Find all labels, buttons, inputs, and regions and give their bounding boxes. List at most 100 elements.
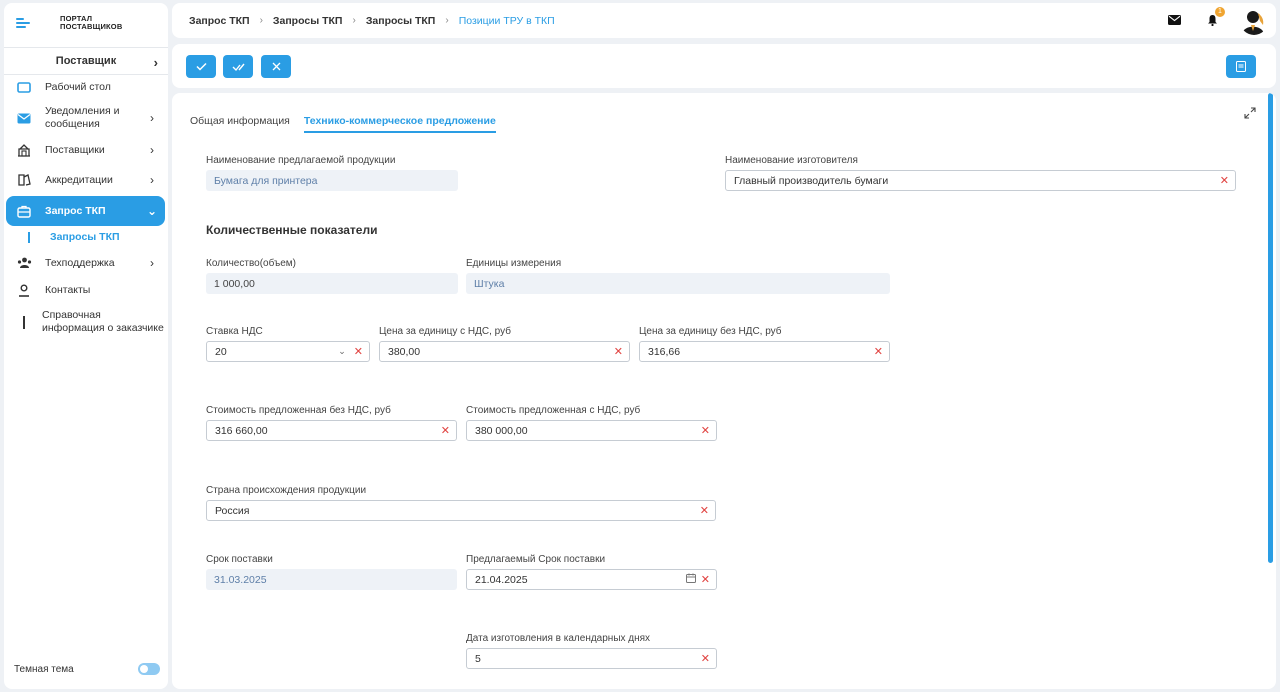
theme-toggle[interactable]: [138, 663, 160, 675]
sidebar-item-label: Контакты: [45, 283, 91, 296]
bell-icon[interactable]: 1: [1207, 6, 1225, 29]
envelope-icon: [16, 111, 32, 125]
avatar[interactable]: [1240, 7, 1268, 35]
quantity-value: 1 000,00: [206, 273, 458, 294]
sidebar-item-customer-info[interactable]: Справочная информация о заказчике: [6, 307, 165, 337]
unit-price-vat-input[interactable]: 380,00 ✕: [379, 341, 630, 362]
clear-icon[interactable]: ✕: [701, 573, 710, 586]
unit-value: Штука: [466, 273, 890, 294]
chevron-right-icon: ›: [150, 256, 154, 270]
mail-icon[interactable]: [1168, 14, 1181, 28]
sidebar: ПОРТАЛ ПОСТАВЩИКОВ Поставщик › Рабочий с…: [4, 3, 168, 689]
manufacture-days-input[interactable]: 5 ✕: [466, 648, 717, 669]
country-field: Страна происхождения продукции Россия ✕: [206, 485, 716, 521]
main-content: Общая информация Технико-коммерческое пр…: [172, 93, 1276, 689]
vat-rate-value: 20: [215, 345, 227, 358]
field-label: Стоимость предложенная без НДС, руб: [206, 405, 391, 416]
field-label: Наименование предлагаемой продукции: [206, 155, 396, 166]
calendar-icon[interactable]: [685, 573, 696, 586]
manufacturer-input[interactable]: Главный производитель бумаги ✕: [725, 170, 1236, 191]
manufacture-days-value: 5: [475, 652, 481, 665]
vat-rate-select[interactable]: 20 ⌄ ✕: [206, 341, 370, 362]
proposed-delivery-input[interactable]: 21.04.2025 ✕: [466, 569, 717, 590]
sidebar-item-contacts[interactable]: Контакты: [6, 282, 165, 298]
sidebar-item-tkp-request[interactable]: Запрос ТКП ⌄: [6, 196, 165, 226]
unit-price-no-vat-input[interactable]: 316,66 ✕: [639, 341, 890, 362]
field-label: Цена за единицу без НДС, руб: [639, 326, 782, 337]
clear-icon[interactable]: ✕: [614, 345, 623, 358]
scrollbar[interactable]: [1268, 93, 1273, 563]
sidebar-item-desktop[interactable]: Рабочий стол: [6, 79, 165, 95]
breadcrumb-separator-icon: ›: [352, 15, 356, 26]
clear-icon[interactable]: ✕: [701, 652, 710, 665]
logo-line-2: ПОСТАВЩИКОВ: [60, 22, 123, 31]
delivery-term-value: 31.03.2025: [206, 569, 457, 590]
manufacturer-value: Главный производитель бумаги: [734, 174, 889, 187]
role-selector[interactable]: Поставщик ›: [4, 47, 168, 75]
clear-icon[interactable]: ✕: [874, 345, 883, 358]
clear-icon[interactable]: ✕: [701, 424, 710, 437]
sidebar-item-label: Уведомления и сообщения: [45, 105, 120, 130]
proposed-delivery-value: 21.04.2025: [475, 573, 528, 586]
cost-vat-input[interactable]: 380 000,00 ✕: [466, 420, 717, 441]
country-input[interactable]: Россия ✕: [206, 500, 716, 521]
sidebar-item-accreditations[interactable]: Аккредитации ›: [6, 172, 165, 188]
manufacturer-field: Наименование изготовителя Главный произв…: [725, 155, 1236, 191]
cost-vat-value: 380 000,00: [475, 424, 528, 437]
product-name-field: Наименование предлагаемой продукции Бума…: [206, 155, 458, 191]
sidebar-item-label: Рабочий стол: [45, 80, 111, 93]
chevron-right-icon: ›: [150, 143, 154, 157]
theme-label: Темная тема: [14, 663, 74, 675]
quantity-field: Количество(объем) 1 000,00: [206, 258, 458, 294]
tab-technical-commercial[interactable]: Технико-коммерческое предложение: [303, 115, 496, 133]
sidebar-item-label: Справочная информация о заказчике: [42, 309, 164, 334]
chevron-down-icon: ⌄: [146, 204, 158, 218]
cost-vat-field: Стоимость предложенная с НДС, руб 380 00…: [466, 405, 717, 441]
expand-icon[interactable]: [1244, 107, 1256, 122]
users-icon: [16, 256, 32, 270]
chevron-right-icon: ›: [150, 173, 154, 187]
clear-icon[interactable]: ✕: [700, 504, 709, 517]
product-name-value: Бумага для принтера: [206, 170, 458, 191]
document-menu-button[interactable]: [1226, 55, 1256, 78]
field-label: Цена за единицу с НДС, руб: [379, 326, 511, 337]
breadcrumb-item[interactable]: Запросы ТКП: [273, 15, 343, 27]
clear-icon[interactable]: ✕: [441, 424, 450, 437]
sidebar-item-support[interactable]: Техподдержка ›: [6, 255, 165, 271]
cancel-button[interactable]: [261, 55, 291, 78]
sidebar-item-notifications[interactable]: Уведомления и сообщения ›: [6, 104, 165, 132]
clear-icon[interactable]: ✕: [354, 345, 363, 358]
cost-no-vat-value: 316 660,00: [215, 424, 268, 437]
vat-rate-field: Ставка НДС 20 ⌄ ✕: [206, 326, 370, 362]
menu-toggle-icon[interactable]: [16, 17, 30, 29]
confirm-button[interactable]: [186, 55, 216, 78]
cost-no-vat-input[interactable]: 316 660,00 ✕: [206, 420, 457, 441]
breadcrumb-item[interactable]: Запросы ТКП: [366, 15, 436, 27]
sidebar-item-label: Аккредитации: [45, 173, 113, 186]
tab-general-info[interactable]: Общая информация: [190, 115, 290, 133]
clear-icon[interactable]: ✕: [1220, 174, 1229, 187]
sidebar-subitem-tkp-requests[interactable]: Запросы ТКП: [28, 231, 120, 243]
field-label: Страна происхождения продукции: [206, 485, 367, 496]
sidebar-item-suppliers[interactable]: Поставщики ›: [6, 142, 165, 158]
breadcrumb-item[interactable]: Запрос ТКП: [189, 15, 250, 27]
chevron-down-icon[interactable]: ⌄: [338, 346, 346, 357]
unit-price-no-vat-field: Цена за единицу без НДС, руб 316,66 ✕: [639, 326, 890, 362]
chevron-right-icon: ›: [153, 55, 158, 70]
list-icon: [1236, 61, 1246, 72]
info-bar-icon: [16, 315, 32, 329]
check-pencil-icon: [232, 63, 245, 71]
toolbar: [172, 44, 1276, 88]
chevron-right-icon: ›: [150, 111, 154, 125]
tab-bar: Общая информация Технико-коммерческое пр…: [190, 115, 510, 133]
cost-no-vat-field: Стоимость предложенная без НДС, руб 316 …: [206, 405, 457, 441]
delivery-term-field: Срок поставки 31.03.2025: [206, 554, 457, 590]
confirm-edit-button[interactable]: [223, 55, 253, 78]
field-label: Единицы измерения: [466, 258, 562, 269]
breadcrumb-separator-icon: ›: [259, 15, 263, 26]
check-icon: [195, 62, 207, 71]
breadcrumb-current: Позиции ТРУ в ТКП: [458, 14, 555, 27]
field-label: Ставка НДС: [206, 326, 263, 337]
breadcrumb: Запрос ТКП › Запросы ТКП › Запросы ТКП ›…: [189, 15, 555, 27]
close-icon: [272, 62, 280, 71]
